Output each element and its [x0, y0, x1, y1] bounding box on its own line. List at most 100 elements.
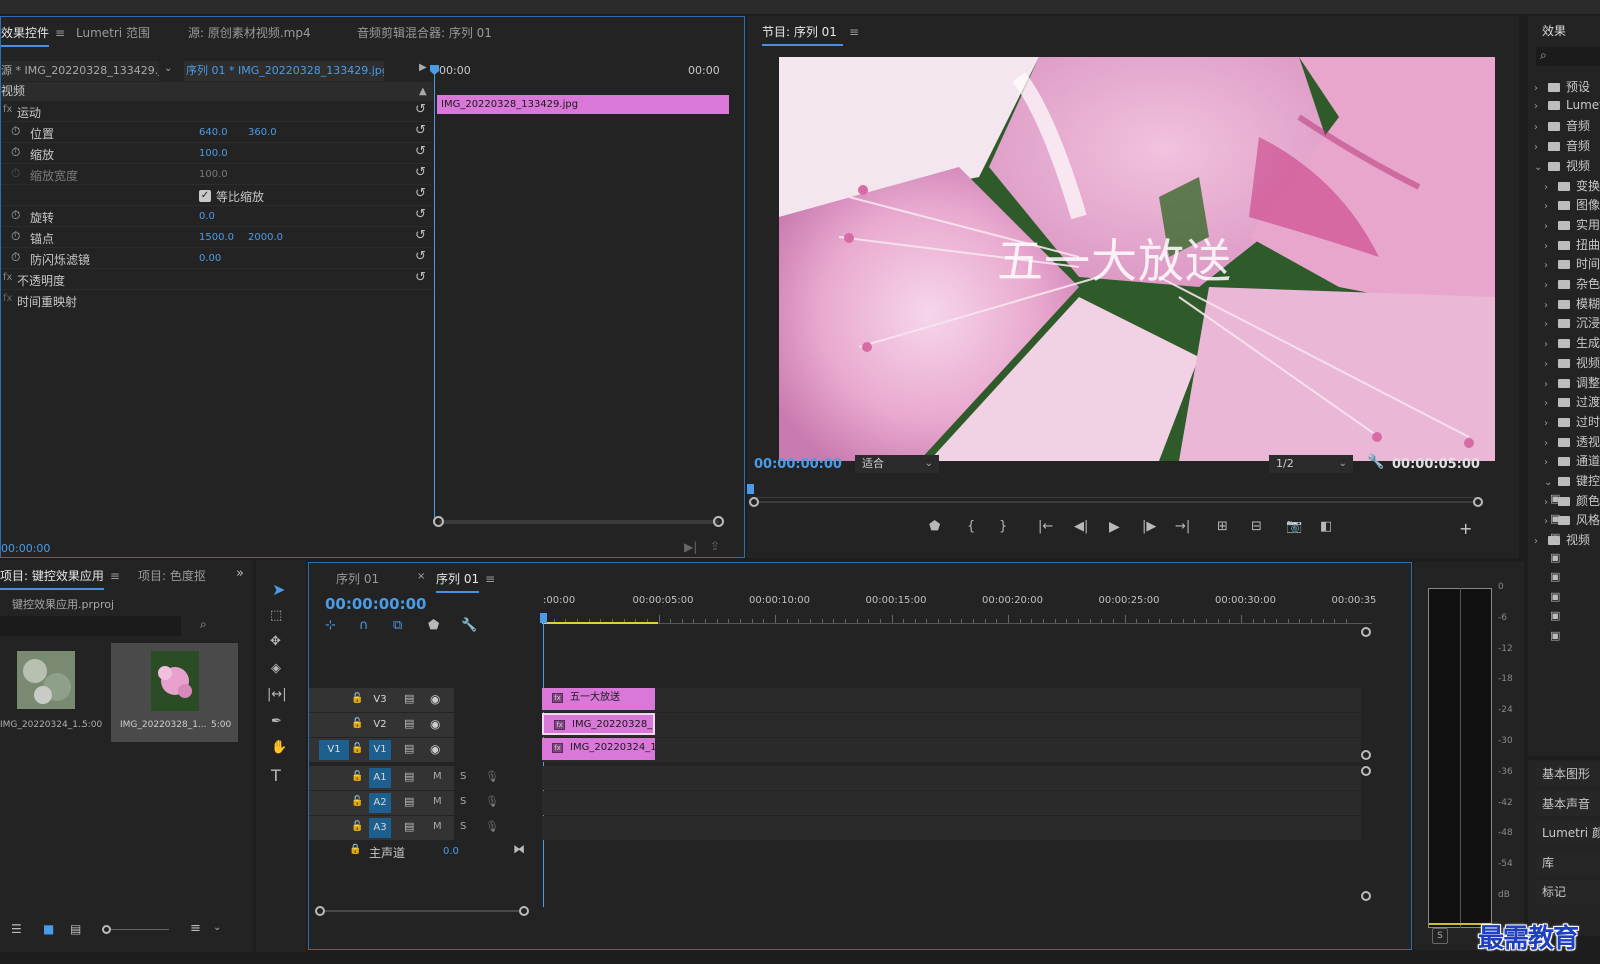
property-value-y[interactable]: 360.0: [248, 127, 277, 138]
chevron-right-icon[interactable]: ›: [1534, 122, 1542, 133]
effects-tree-item[interactable]: › 音频: [1534, 117, 1600, 136]
stopwatch-icon[interactable]: ⏱: [11, 250, 20, 265]
extract-icon[interactable]: ⊟: [1251, 519, 1262, 534]
chevron-down-icon[interactable]: ⌄: [164, 63, 172, 74]
track-lane[interactable]: [542, 688, 1361, 712]
tab-lumetri-scopes[interactable]: Lumetri 范围: [76, 24, 150, 41]
sync-lock-icon[interactable]: ▤: [404, 820, 414, 833]
tab-project-chroma[interactable]: 项目: 色度抠: [138, 567, 206, 584]
sync-lock-icon[interactable]: ▤: [404, 742, 414, 755]
lock-icon[interactable]: 🔓: [351, 718, 363, 729]
track-target-button[interactable]: V1: [369, 740, 391, 760]
timeline-clip-v3[interactable]: fx 五一大放送: [542, 688, 655, 710]
effects-tree-item[interactable]: › 音频: [1534, 137, 1600, 156]
property-value-x[interactable]: 1500.0: [199, 232, 234, 243]
tab-sequence-a[interactable]: 序列 01: [336, 570, 379, 587]
video-scroll-top-handle[interactable]: [1361, 627, 1371, 637]
chevron-right-icon[interactable]: ›: [1544, 300, 1552, 311]
zoom-slider-handle[interactable]: [102, 925, 111, 934]
tab-program[interactable]: 节目: 序列 01 ≡: [762, 23, 859, 46]
property-value[interactable]: 100.0: [199, 148, 228, 159]
source-patch-v1[interactable]: V1: [319, 740, 349, 760]
preset-effect-icon[interactable]: ▣: [1550, 609, 1560, 622]
panel-menu-icon[interactable]: ≡: [849, 25, 859, 39]
program-timecode[interactable]: 00:00:00:00: [754, 457, 842, 472]
chevron-down-icon[interactable]: ⌄: [1534, 162, 1542, 173]
lock-icon[interactable]: 🔓: [351, 743, 363, 754]
property-value-y[interactable]: 2000.0: [248, 232, 283, 243]
fx-toggle-icon[interactable]: fx: [3, 272, 12, 283]
effects-tree-item[interactable]: › 时间: [1544, 255, 1600, 274]
hand-tool-icon[interactable]: ✋: [271, 740, 287, 755]
audio-scroll-bottom-handle[interactable]: [1361, 891, 1371, 901]
lock-icon[interactable]: 🔓: [351, 693, 363, 704]
uniform-scale-checkbox[interactable]: ✓: [199, 190, 211, 202]
track-lane[interactable]: [542, 713, 1361, 737]
effect-timeline-ruler[interactable]: 00:00 00:00: [433, 61, 731, 81]
chevron-right-icon[interactable]: ›: [1544, 398, 1552, 409]
chevron-right-icon[interactable]: ›: [1544, 418, 1552, 429]
lock-icon[interactable]: 🔓: [351, 796, 363, 807]
timeline-clip-v1[interactable]: fx IMG_20220324_145: [542, 738, 655, 760]
track-lane[interactable]: [542, 766, 1361, 790]
chevron-right-icon[interactable]: ›: [1544, 280, 1552, 291]
zoom-handle-right[interactable]: [1473, 497, 1483, 507]
playhead-line[interactable]: [434, 65, 435, 520]
go-to-in-icon[interactable]: |←: [1038, 519, 1053, 534]
effect-timeline-scrollbar[interactable]: [439, 520, 719, 524]
reset-icon[interactable]: ↺: [415, 144, 426, 159]
chevron-right-icon[interactable]: ›: [1544, 260, 1552, 271]
panel-menu-icon[interactable]: ≡: [485, 572, 495, 586]
eye-icon[interactable]: ◉: [430, 717, 440, 731]
effects-tree-item[interactable]: ⌄ 视频: [1534, 157, 1600, 176]
effects-tree-item[interactable]: › 透视: [1544, 433, 1600, 452]
more-panels-icon[interactable]: »: [236, 566, 244, 581]
timeline-zoom-left-handle[interactable]: [315, 906, 325, 916]
effects-tree-item[interactable]: › 视频: [1544, 354, 1600, 373]
track-lane[interactable]: [542, 791, 1361, 815]
step-forward-icon[interactable]: |▶: [1142, 519, 1156, 534]
tab-project-keying[interactable]: 项目: 键控效果应用 ≡: [0, 567, 120, 590]
close-tab-icon[interactable]: ×: [417, 571, 425, 582]
play-only-clip-icon[interactable]: ▶: [419, 62, 427, 73]
chevron-down-icon[interactable]: ⌄: [1544, 477, 1552, 488]
opacity-row[interactable]: fx 不透明度 ↺: [1, 270, 433, 290]
stopwatch-icon[interactable]: ⏱: [11, 124, 20, 139]
track-lane[interactable]: [542, 816, 1361, 840]
sync-lock-icon[interactable]: ▤: [404, 717, 414, 730]
program-ruler[interactable]: [752, 484, 1480, 498]
reset-icon[interactable]: ↺: [415, 102, 426, 117]
master-track-value[interactable]: 0.0: [443, 846, 459, 857]
overlay-title-text[interactable]: 五一大放送: [997, 225, 1232, 291]
effects-tree-item[interactable]: › 过渡: [1544, 393, 1600, 412]
mute-button[interactable]: M: [433, 771, 442, 782]
motion-row[interactable]: fx 运动 ↺: [1, 102, 433, 122]
lift-icon[interactable]: ⊞: [1217, 519, 1228, 534]
time-remap-row[interactable]: fx 时间重映射: [1, 291, 433, 311]
chevron-right-icon[interactable]: ›: [1544, 221, 1552, 232]
tab-audio-clip-mixer[interactable]: 音频剪辑混合器: 序列 01: [357, 24, 492, 41]
stopwatch-icon[interactable]: ⏱: [11, 208, 20, 223]
chevron-down-icon[interactable]: ⌄: [213, 922, 221, 933]
filter-icon[interactable]: ▶|: [684, 540, 697, 554]
chevron-right-icon[interactable]: ›: [1544, 438, 1552, 449]
track-target-button[interactable]: V2: [369, 715, 391, 735]
selection-tool-icon[interactable]: ➤: [272, 580, 285, 599]
reset-icon[interactable]: ↺: [415, 270, 426, 285]
reset-icon[interactable]: ↺: [415, 249, 426, 264]
timeline-settings-icon[interactable]: 🔧: [461, 618, 477, 633]
timeline-playhead-marker[interactable]: [540, 613, 547, 623]
play-icon[interactable]: ▶: [1109, 519, 1120, 535]
chevron-right-icon[interactable]: ›: [1534, 101, 1542, 112]
stopwatch-icon[interactable]: ⏱: [11, 229, 20, 244]
preset-effect-icon[interactable]: ▣: [1550, 531, 1560, 544]
sync-lock-icon[interactable]: ▤: [404, 692, 414, 705]
chevron-right-icon[interactable]: ›: [1544, 359, 1552, 370]
property-value[interactable]: 0.00: [199, 253, 221, 264]
fx-toggle-icon[interactable]: fx: [3, 104, 12, 115]
step-back-icon[interactable]: ◀|: [1074, 519, 1088, 534]
scroll-handle-right[interactable]: [713, 516, 724, 527]
solo-button[interactable]: S: [460, 821, 466, 832]
linked-selection-icon[interactable]: ⧉: [393, 618, 402, 633]
effects-tree-item[interactable]: › 沉浸: [1544, 314, 1600, 333]
